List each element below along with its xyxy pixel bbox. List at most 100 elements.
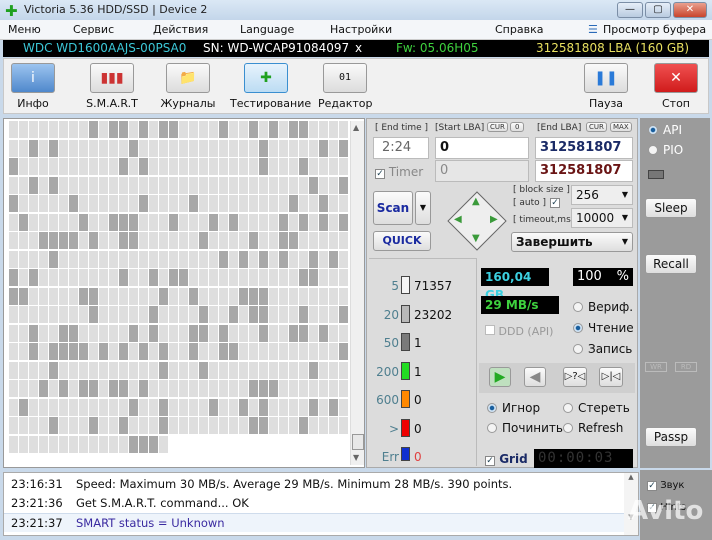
arrow-left-icon[interactable]: ◀ — [454, 214, 462, 225]
menu-item[interactable]: Сервис — [73, 23, 114, 36]
menu-item[interactable]: Language — [240, 23, 294, 36]
scan-block — [49, 269, 58, 286]
legend-swatch — [401, 333, 410, 351]
timeout-label: [ timeout,ms ] — [513, 215, 578, 225]
arrow-down-icon[interactable]: ▼ — [472, 233, 480, 244]
scroll-down-icon[interactable]: ▼ — [353, 453, 359, 462]
menu-item[interactable]: Настройки — [330, 23, 392, 36]
butterfly-icon[interactable]: ▷|◁ — [599, 367, 623, 387]
close-button[interactable]: ✕ — [673, 2, 707, 18]
logs-button[interactable]: 📁 Журналы — [160, 63, 216, 110]
scan-block — [219, 324, 228, 342]
scan-block — [69, 306, 78, 323]
scan-block — [19, 287, 28, 305]
scan-block — [9, 195, 18, 212]
repair-radio[interactable]: Починить — [487, 421, 563, 435]
start-zero-button[interactable]: 0 — [510, 122, 525, 132]
ignore-radio[interactable]: Игнор — [487, 401, 540, 415]
scan-block — [239, 287, 248, 305]
buffer-view-button[interactable]: Просмотр буфера — [603, 23, 706, 36]
auto-checkbox[interactable]: ✓ — [550, 198, 560, 208]
timer-checkbox[interactable]: ✓ Timer — [375, 165, 423, 179]
legend-count: 1 — [414, 336, 422, 350]
pio-radio[interactable]: PIO — [648, 143, 683, 157]
scan-block — [209, 195, 218, 212]
menu-item[interactable]: Меню — [8, 23, 41, 36]
scan-block — [139, 361, 148, 379]
drive-close-x[interactable]: x — [355, 40, 362, 57]
chevron-down-icon: ▼ — [621, 213, 628, 222]
scan-block — [149, 361, 158, 379]
direction-pad[interactable]: ▲ ◀ ▶ ▼ — [447, 191, 507, 251]
minimize-button[interactable]: — — [617, 2, 643, 18]
ddd-api-checkbox[interactable]: DDD (API) — [485, 325, 553, 338]
scan-block — [109, 139, 118, 157]
passp-button[interactable]: Passp — [645, 427, 697, 447]
read-radio[interactable]: Чтение — [573, 321, 634, 335]
scan-block — [329, 195, 338, 212]
sleep-button[interactable]: Sleep — [645, 198, 697, 218]
quick-button[interactable]: QUICK — [373, 231, 431, 251]
scan-block — [279, 398, 288, 416]
write-radio[interactable]: Запись — [573, 342, 632, 356]
editor-button[interactable]: 01 Редактор — [318, 63, 373, 110]
stop-button[interactable]: ✕ Стоп — [654, 63, 698, 110]
scan-block — [189, 306, 198, 323]
random-seek-icon[interactable]: ▷?◁ — [563, 367, 587, 387]
scan-dropdown-button[interactable]: ▼ — [415, 191, 431, 225]
scan-block — [219, 250, 228, 268]
scan-block — [289, 121, 298, 138]
scan-block — [229, 250, 238, 268]
sound-checkbox[interactable]: ✓ Звук — [647, 480, 684, 491]
start-lba-input[interactable]: 0 — [435, 137, 529, 159]
grid-scrollbar[interactable]: ▲ ▼ — [350, 121, 364, 465]
block-size-select[interactable]: 256 ▼ — [571, 185, 633, 205]
scan-block — [319, 269, 328, 286]
menu-item[interactable]: Действия — [153, 23, 208, 36]
end-lba-input[interactable]: 312581807 — [535, 137, 633, 159]
play-forward-icon[interactable]: ▶ — [489, 367, 511, 387]
scan-block — [59, 158, 68, 175]
timeout-select[interactable]: 10000 ▼ — [571, 208, 633, 228]
scan-block — [179, 195, 188, 212]
end-cur-button[interactable]: CUR — [586, 122, 607, 132]
scan-block — [219, 343, 228, 360]
scan-block — [219, 232, 228, 249]
scan-block — [319, 398, 328, 416]
timer-lba-input[interactable]: 0 — [435, 160, 529, 182]
scan-block — [119, 176, 128, 194]
scroll-up-icon[interactable]: ▲ — [353, 123, 359, 132]
scan-block — [189, 195, 198, 212]
recall-button[interactable]: Recall — [645, 254, 697, 274]
end-time-input[interactable]: 2:24 — [373, 137, 429, 159]
scan-block — [29, 417, 38, 434]
info-button[interactable]: i Инфо — [10, 63, 56, 110]
scan-block — [119, 195, 128, 212]
scan-block — [309, 398, 318, 416]
start-cur-button[interactable]: CUR — [487, 122, 508, 132]
grid-checkbox[interactable]: ✓ Grid — [485, 452, 528, 466]
scan-block — [229, 139, 238, 157]
arrow-up-icon[interactable]: ▲ — [472, 196, 480, 207]
scan-block — [129, 250, 138, 268]
smart-button[interactable]: ▮▮▮ S.M.A.R.T — [82, 63, 142, 110]
end-max-button[interactable]: MAX — [610, 122, 632, 132]
scroll-thumb[interactable] — [352, 434, 364, 450]
scan-block — [159, 287, 168, 305]
testing-button[interactable]: ✚ Тестирование — [230, 63, 311, 110]
play-backward-icon[interactable]: ◀ — [524, 367, 546, 387]
api-radio[interactable]: API — [648, 123, 682, 137]
scan-block — [299, 195, 308, 212]
scan-button[interactable]: Scan — [373, 191, 413, 225]
menu-item[interactable]: Справка — [495, 23, 543, 36]
arrow-right-icon[interactable]: ▶ — [490, 214, 498, 225]
finish-action-select[interactable]: Завершить ▼ — [511, 232, 633, 252]
drive-firmware: Fw: 05.06H05 — [396, 41, 479, 55]
pause-button[interactable]: ❚❚ Пауза — [584, 63, 628, 110]
verify-radio[interactable]: Вериф. — [573, 300, 633, 314]
scan-block — [59, 417, 68, 434]
maximize-button[interactable]: ▢ — [645, 2, 671, 18]
scan-block — [149, 250, 158, 268]
refresh-radio[interactable]: Refresh — [563, 421, 623, 435]
erase-radio[interactable]: Стереть — [563, 401, 630, 415]
